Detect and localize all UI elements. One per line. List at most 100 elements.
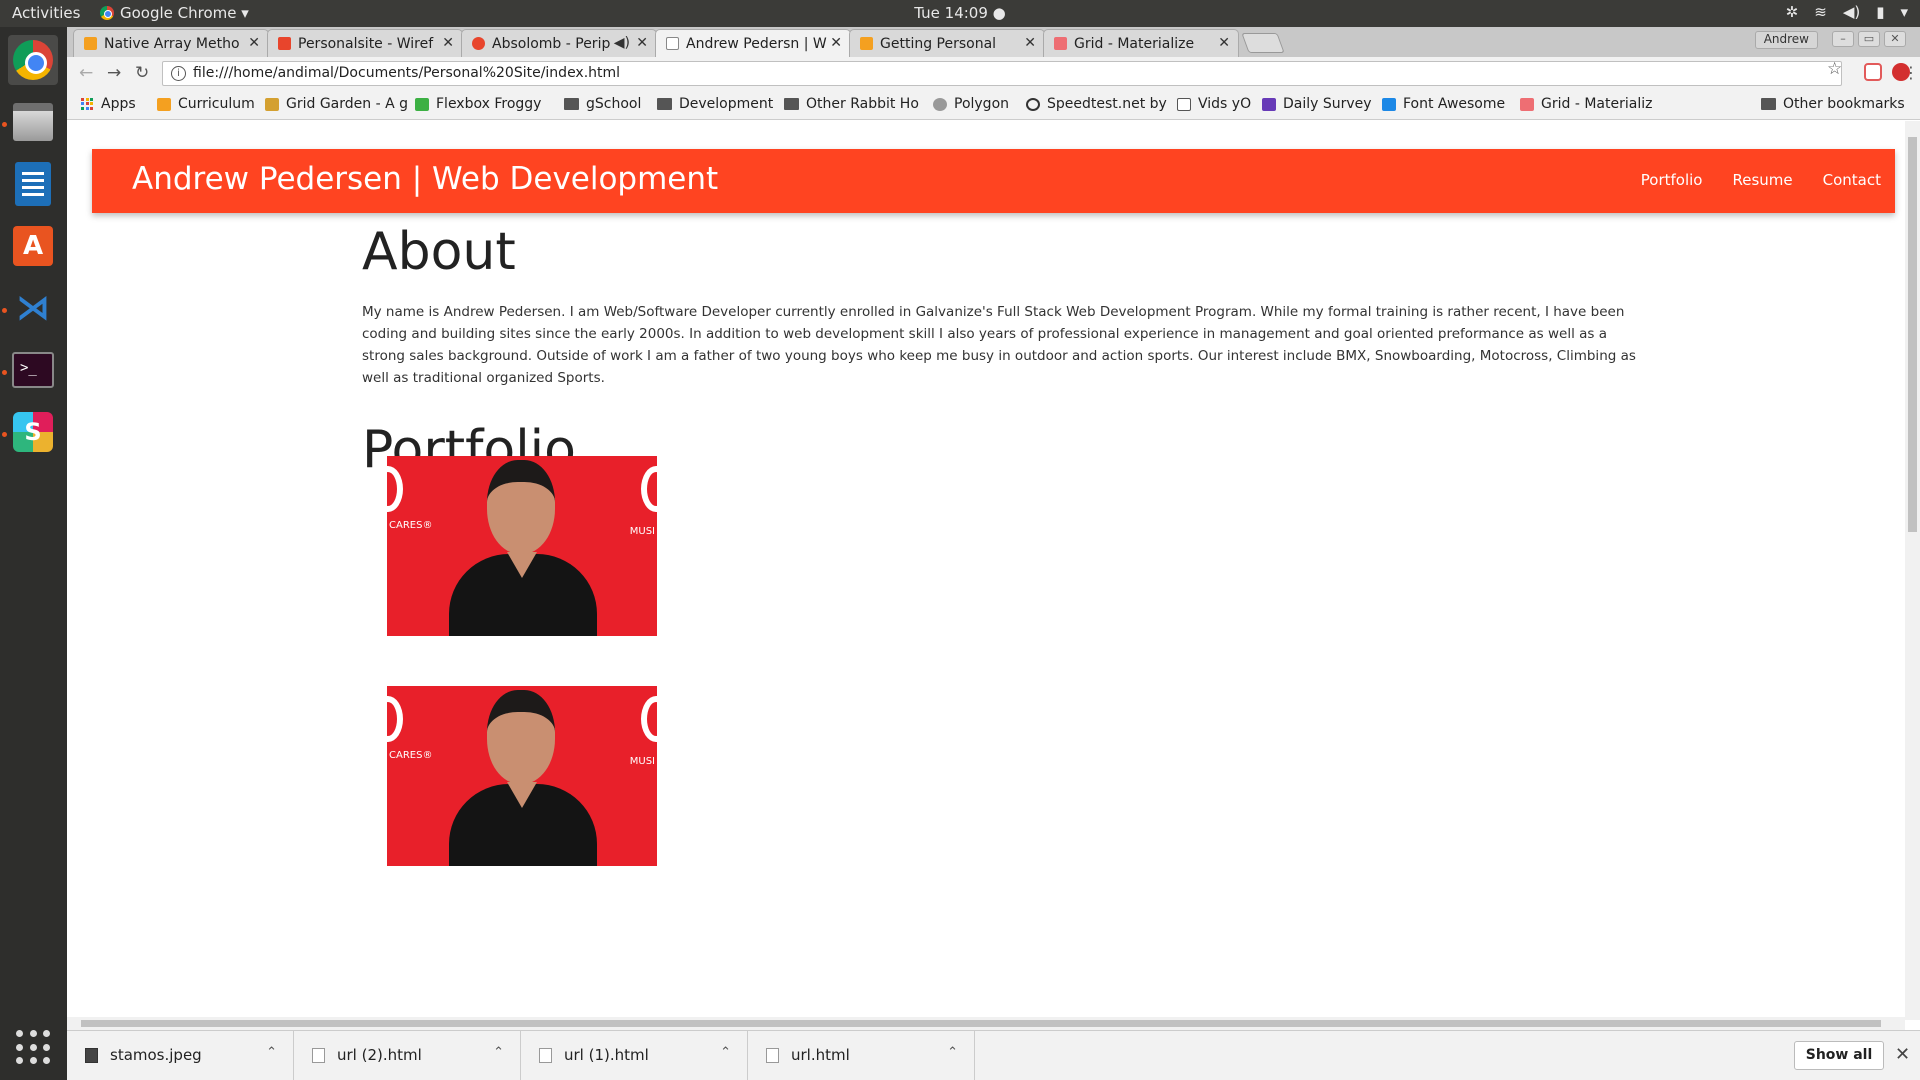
nav-contact-link[interactable]: Contact (1823, 171, 1881, 189)
tab-native-array[interactable]: Native Array Metho ✕ (73, 29, 269, 57)
menu-icon[interactable]: ⋮ (1903, 63, 1919, 82)
chevron-up-icon[interactable]: ⌃ (947, 1045, 958, 1060)
close-window-button[interactable]: ✕ (1884, 31, 1906, 47)
bookmark-daily-survey[interactable]: Daily Survey (1262, 96, 1372, 112)
tab-absolomb[interactable]: Absolomb - Perip ◀) ✕ (461, 29, 657, 57)
vertical-scrollbar[interactable] (1905, 121, 1920, 1020)
tab-andrew-pedersen[interactable]: Andrew Pedersn | W ✕ (655, 29, 851, 57)
bookmark-label: Flexbox Froggy (436, 96, 542, 112)
close-icon[interactable]: ✕ (1895, 1044, 1910, 1065)
bookmark-star-icon[interactable]: ☆ (1827, 59, 1842, 79)
nav-resume-link[interactable]: Resume (1733, 171, 1793, 189)
bookmark-polygon[interactable]: Polygon (933, 96, 1009, 112)
extension-icon[interactable] (1864, 63, 1882, 81)
launcher-files[interactable] (8, 97, 58, 147)
new-tab-button[interactable] (1241, 33, 1285, 53)
wifi-icon[interactable]: ≋ (1814, 3, 1827, 21)
system-tray[interactable]: ✲ ≋ ◀) ▮ ▾ (1786, 3, 1908, 21)
bookmark-flexbox-froggy[interactable]: Flexbox Froggy (415, 96, 541, 112)
chevron-up-icon[interactable]: ⌃ (720, 1045, 731, 1060)
slack-icon: S (13, 412, 53, 452)
bookmark-label: Polygon (954, 96, 1010, 112)
minimize-button[interactable]: – (1832, 31, 1854, 47)
address-bar[interactable]: i file:///home/andimal/Documents/Persona… (162, 61, 1842, 86)
power-menu-icon[interactable]: ▾ (1900, 3, 1908, 21)
files-icon (13, 103, 53, 141)
download-name: url (2).html (337, 1046, 422, 1064)
chevron-up-icon[interactable]: ⌃ (266, 1045, 277, 1060)
launcher-chrome[interactable] (8, 35, 58, 85)
maximize-button[interactable]: ▭ (1858, 31, 1880, 47)
clock[interactable]: Tue 14:09 ● (914, 4, 1005, 22)
bookmark-other-bookmarks[interactable]: Other bookmarks (1761, 96, 1905, 112)
chevron-up-icon[interactable]: ⌃ (493, 1045, 504, 1060)
bookmark-grid-materialize[interactable]: Grid - Materializ (1520, 96, 1652, 112)
launcher-vscode[interactable]: ⋊ (8, 283, 58, 333)
audio-playing-icon[interactable]: ◀) (614, 35, 630, 51)
reload-icon[interactable]: ↻ (135, 63, 149, 83)
bookmark-curriculum[interactable]: Curriculum (157, 96, 255, 112)
settings-icon[interactable]: ✲ (1786, 3, 1799, 21)
info-icon[interactable]: i (171, 66, 186, 81)
bookmark-gschool[interactable]: gSchool (564, 96, 641, 112)
download-item[interactable]: stamos.jpeg ⌃ (67, 1031, 294, 1080)
address-text: file:///home/andimal/Documents/Personal%… (193, 65, 621, 81)
close-tab-icon[interactable]: ✕ (636, 35, 648, 51)
download-item[interactable]: url (1).html ⌃ (521, 1031, 748, 1080)
close-tab-icon[interactable]: ✕ (442, 35, 454, 51)
horizontal-scrollbar[interactable] (67, 1017, 1905, 1030)
bookmark-vids[interactable]: Vids yO (1177, 96, 1251, 112)
forward-icon[interactable]: → (107, 63, 121, 83)
bookmark-development[interactable]: Development (657, 96, 773, 112)
tab-grid-materialize[interactable]: Grid - Materialize ✕ (1043, 29, 1239, 57)
tab-getting-personal[interactable]: Getting Personal ✕ (849, 29, 1045, 57)
site-brand[interactable]: Andrew Pedersen | Web Development (132, 161, 718, 197)
show-apps-icon[interactable] (16, 1030, 52, 1066)
file-icon (539, 1048, 552, 1063)
file-icon (312, 1048, 325, 1063)
launcher-terminal[interactable]: >_ (8, 345, 58, 395)
show-all-button[interactable]: Show all (1794, 1041, 1884, 1070)
tab-personalsite[interactable]: Personalsite - Wiref ✕ (267, 29, 463, 57)
tab-title: Native Array Metho (104, 35, 240, 52)
volume-icon[interactable]: ◀) (1843, 3, 1860, 21)
tab-title: Personalsite - Wiref (298, 35, 434, 52)
backdrop-text: CARES® (389, 520, 433, 531)
bookmark-apps[interactable]: Apps (81, 96, 136, 112)
launcher: A ⋊ >_ S (0, 27, 67, 1080)
scrollbar-thumb[interactable] (1908, 137, 1917, 532)
portfolio-image[interactable]: CARES® MUSI (387, 686, 657, 866)
close-tab-icon[interactable]: ✕ (1218, 35, 1230, 51)
close-tab-icon[interactable]: ✕ (830, 35, 842, 51)
download-item[interactable]: url.html ⌃ (748, 1031, 975, 1080)
bookmark-grid-garden[interactable]: Grid Garden - A g (265, 96, 408, 112)
back-icon[interactable]: ← (79, 63, 93, 83)
bookmark-label: Development (679, 96, 774, 112)
bookmark-label: Curriculum (178, 96, 255, 112)
scrollbar-thumb[interactable] (81, 1020, 1881, 1027)
bookmark-label: Apps (101, 96, 136, 112)
folder-icon (657, 98, 672, 110)
bookmark-speedtest[interactable]: Speedtest.net by (1026, 96, 1167, 112)
software-center-icon: A (13, 226, 53, 266)
launcher-writer[interactable] (8, 159, 58, 209)
portfolio-image[interactable]: CARES® MUSI (387, 456, 657, 636)
running-indicator (2, 370, 7, 375)
launcher-software-center[interactable]: A (8, 221, 58, 271)
app-menu[interactable]: Google Chrome ▾ (100, 4, 249, 22)
close-tab-icon[interactable]: ✕ (248, 35, 260, 51)
battery-icon[interactable]: ▮ (1876, 3, 1884, 21)
folder-icon (784, 98, 799, 110)
tab-title: Andrew Pedersn | W (686, 35, 827, 52)
launcher-slack[interactable]: S (8, 407, 58, 457)
running-indicator (2, 432, 7, 437)
profile-button[interactable]: Andrew (1754, 31, 1818, 49)
download-item[interactable]: url (2).html ⌃ (294, 1031, 521, 1080)
close-tab-icon[interactable]: ✕ (1024, 35, 1036, 51)
bookmark-other-rabbit[interactable]: Other Rabbit Ho (784, 96, 919, 112)
favicon-icon (860, 37, 873, 50)
bookmark-font-awesome[interactable]: Font Awesome (1382, 96, 1505, 112)
running-indicator (2, 308, 7, 313)
nav-portfolio-link[interactable]: Portfolio (1641, 171, 1703, 189)
activities-button[interactable]: Activities (12, 4, 80, 22)
